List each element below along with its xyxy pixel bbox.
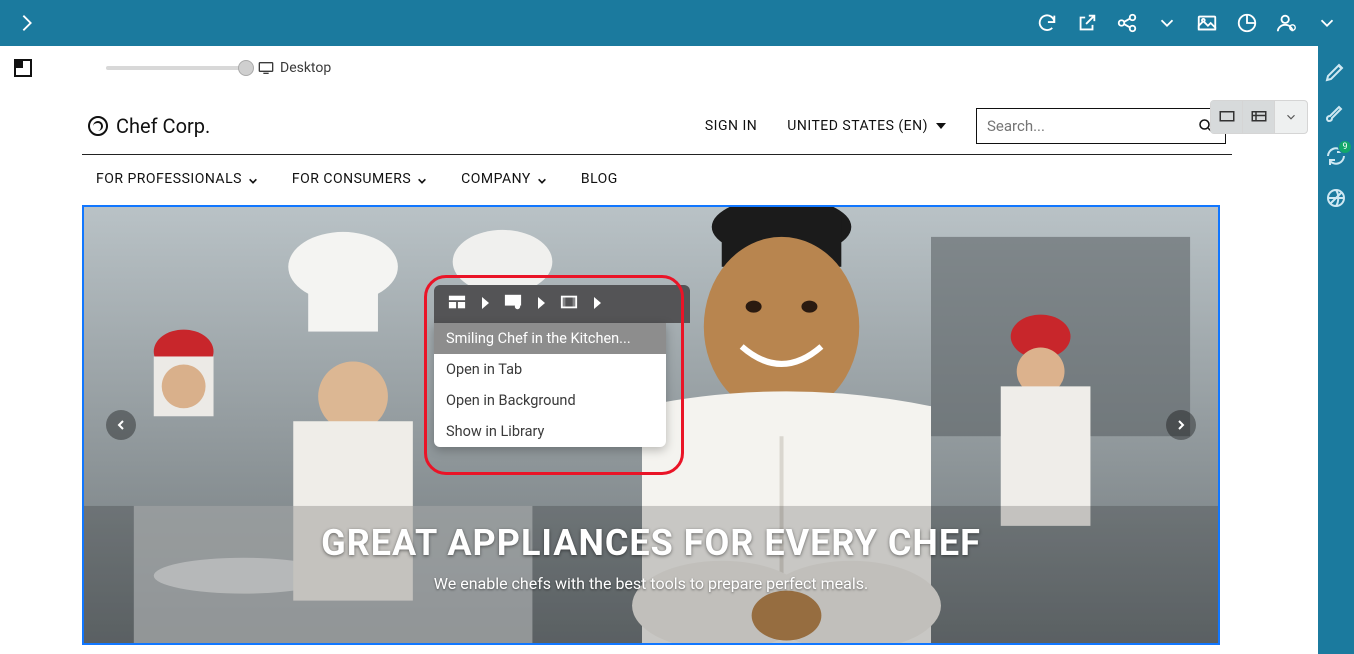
hero-next-button[interactable] — [1166, 410, 1196, 440]
nav-professionals[interactable]: FOR PROFESSIONALS — [96, 171, 258, 187]
hero-prev-button[interactable] — [106, 410, 136, 440]
crumb-sep-icon — [592, 295, 602, 314]
device-bar: Desktop — [0, 46, 1318, 90]
chevron-down-icon — [417, 174, 427, 184]
crumb-container-icon[interactable] — [448, 293, 466, 315]
caret-down-icon — [936, 123, 946, 129]
page-canvas: Chef Corp. SIGN IN UNITED STATES (EN) FO… — [82, 90, 1232, 645]
locale-label: UNITED STATES (EN) — [787, 118, 928, 134]
context-menu-show-lib[interactable]: Show in Library — [434, 416, 666, 447]
user-dropdown-icon[interactable] — [1316, 12, 1338, 34]
brand[interactable]: Chef Corp. — [88, 114, 210, 138]
user-settings-icon[interactable] — [1276, 12, 1298, 34]
context-menu: Smiling Chef in the Kitchen... Open in T… — [434, 323, 666, 447]
chevron-down-icon — [248, 174, 258, 184]
image-icon[interactable] — [1196, 12, 1218, 34]
chevron-down-icon — [537, 174, 547, 184]
hero-banner[interactable]: GREAT APPLIANCES FOR EVERY CHEF We enabl… — [82, 205, 1220, 645]
site-nav: FOR PROFESSIONALS FOR CONSUMERS COMPANY … — [82, 155, 1232, 205]
rail-badge: 9 — [1338, 140, 1352, 154]
expand-panel-icon[interactable] — [16, 12, 38, 34]
search-input[interactable] — [987, 117, 1187, 135]
right-side-rail: 9 — [1318, 46, 1354, 654]
external-link-icon[interactable] — [1076, 12, 1098, 34]
brand-logo-icon — [88, 116, 108, 136]
panel-toggle-icon[interactable] — [14, 59, 32, 77]
site-header: Chef Corp. SIGN IN UNITED STATES (EN) — [82, 90, 1232, 155]
brand-name: Chef Corp. — [116, 114, 210, 138]
view-dropdown-icon[interactable] — [1275, 101, 1307, 133]
search-box[interactable] — [976, 108, 1226, 144]
context-menu-title[interactable]: Smiling Chef in the Kitchen... — [434, 323, 666, 354]
crumb-component-icon[interactable] — [504, 293, 522, 315]
rail-sync-icon[interactable]: 9 — [1324, 144, 1348, 168]
analytics-icon[interactable] — [1236, 12, 1258, 34]
crumb-video-icon[interactable] — [560, 293, 578, 315]
locale-selector[interactable]: UNITED STATES (EN) — [787, 118, 946, 134]
hero-text: GREAT APPLIANCES FOR EVERY CHEF We enabl… — [84, 522, 1218, 593]
view-edit-icon[interactable] — [1211, 101, 1243, 133]
share-dropdown-icon[interactable] — [1156, 12, 1178, 34]
sign-in-link[interactable]: SIGN IN — [705, 118, 757, 134]
crumb-sep-icon — [536, 295, 546, 314]
device-width-slider[interactable] — [106, 66, 246, 70]
context-overlay: Smiling Chef in the Kitchen... Open in T… — [434, 285, 690, 447]
device-label: Desktop — [258, 60, 331, 76]
share-icon[interactable] — [1116, 12, 1138, 34]
nav-company[interactable]: COMPANY — [461, 171, 547, 187]
view-layout-icon[interactable] — [1243, 101, 1275, 133]
context-menu-open-bg[interactable]: Open in Background — [434, 385, 666, 416]
refresh-icon[interactable] — [1036, 12, 1058, 34]
nav-blog[interactable]: BLOG — [581, 171, 618, 187]
context-menu-open-tab[interactable]: Open in Tab — [434, 354, 666, 385]
nav-consumers[interactable]: FOR CONSUMERS — [292, 171, 427, 187]
view-toggle — [1210, 100, 1308, 134]
rail-globe-disable-icon[interactable] — [1324, 186, 1348, 210]
crumb-sep-icon — [480, 295, 490, 314]
hero-title: GREAT APPLIANCES FOR EVERY CHEF — [84, 522, 1218, 564]
editor-area: Desktop Chef Corp. SIGN IN UNITED STATES… — [0, 46, 1318, 654]
top-toolbar — [0, 0, 1354, 46]
rail-edit-icon[interactable] — [1324, 60, 1348, 84]
breadcrumb-bar — [434, 285, 690, 323]
rail-brush-icon[interactable] — [1324, 102, 1348, 126]
hero-subtitle: We enable chefs with the best tools to p… — [84, 574, 1218, 593]
device-label-text: Desktop — [280, 60, 331, 76]
